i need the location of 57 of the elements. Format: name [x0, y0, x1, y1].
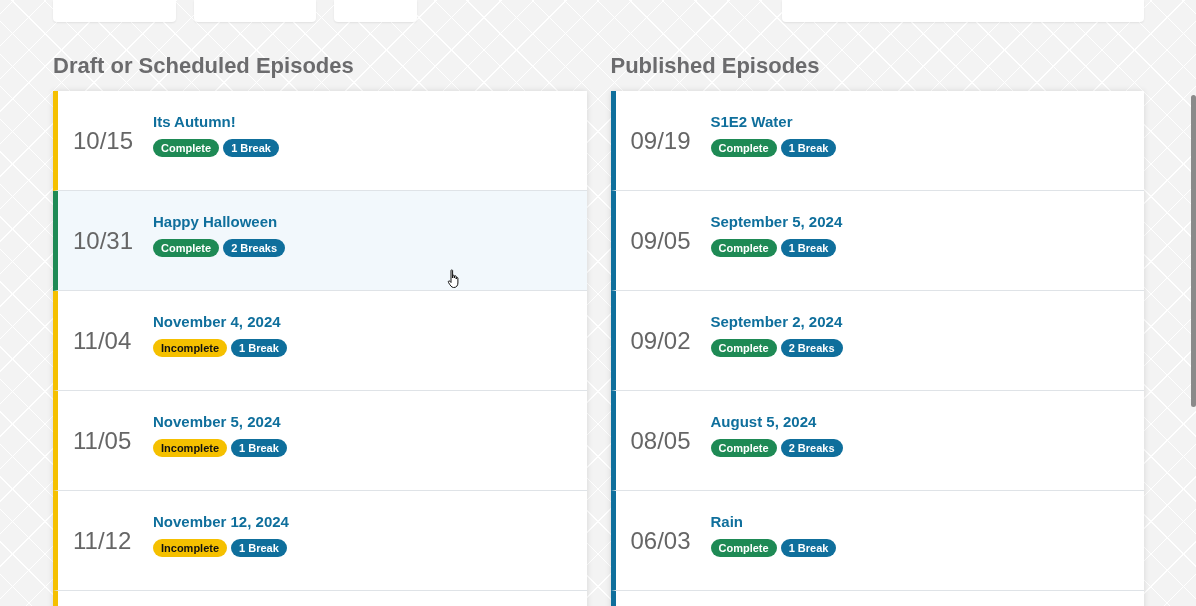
status-badge: 1 Break — [223, 138, 279, 157]
episode-date: 09/19 — [630, 126, 692, 155]
status-badge: Complete — [153, 238, 220, 257]
scrollbar[interactable] — [1191, 95, 1196, 407]
episode-row[interactable]: 06/03 Rain Complete 1 Break — [610, 491, 1144, 591]
episode-row[interactable]: 11/12 November 12, 2024 Incomplete 1 Break — [53, 491, 587, 591]
search-field[interactable] — [782, 0, 1144, 22]
episode-row[interactable]: 11/05 November 5, 2024 Incomplete 1 Break — [53, 391, 587, 491]
status-badge: Incomplete — [153, 438, 228, 457]
status-badge: 1 Break — [231, 338, 287, 357]
episode-title[interactable]: September 2, 2024 — [710, 312, 843, 330]
episode-date: 06/03 — [630, 526, 692, 555]
status-badge: Complete — [710, 438, 777, 457]
filter-card[interactable] — [334, 0, 417, 22]
episode-title[interactable]: September 5, 2024 — [710, 212, 843, 230]
episode-title[interactable]: Rain — [710, 512, 837, 530]
episode-title[interactable]: August 5, 2024 — [710, 412, 843, 430]
episode-date: 11/04 — [73, 326, 133, 355]
section-heading: Published Episodes — [610, 52, 821, 80]
status-badge: 1 Break — [231, 438, 287, 457]
episode-date: 08/05 — [630, 426, 692, 455]
status-badge: 2 Breaks — [223, 238, 285, 257]
episode-date: 11/12 — [73, 526, 133, 555]
episode-row[interactable]: 09/02 September 2, 2024 Complete 2 Breaks — [610, 291, 1144, 391]
status-badge: 1 Break — [780, 238, 837, 257]
status-badge: 2 Breaks — [780, 338, 843, 357]
episode-row[interactable]: 11/04 November 4, 2024 Incomplete 1 Break — [53, 291, 587, 391]
episode-title[interactable]: Happy Halloween — [153, 212, 285, 230]
status-badge: Complete — [710, 338, 777, 357]
status-badge: Incomplete — [153, 338, 228, 357]
episode-title[interactable]: S1E2 Water — [710, 112, 837, 130]
episode-title[interactable]: November 12, 2024 — [153, 512, 289, 530]
status-badge: 2 Breaks — [780, 438, 843, 457]
section-heading: Draft or Scheduled Episodes — [53, 52, 355, 80]
episode-date: 09/02 — [630, 326, 692, 355]
episode-row[interactable]: 09/19 S1E2 Water Complete 1 Break — [610, 91, 1144, 191]
episode-date: 09/05 — [630, 226, 692, 255]
status-badge: 1 Break — [780, 538, 837, 557]
filter-card[interactable] — [194, 0, 316, 22]
episode-title[interactable]: November 4, 2024 — [153, 312, 287, 330]
episode-row[interactable]: 09/05 September 5, 2024 Complete 1 Break — [610, 191, 1144, 291]
episode-date: 10/31 — [73, 226, 135, 255]
episode-date: 10/15 — [73, 126, 135, 155]
status-badge: Complete — [153, 138, 220, 157]
episode-row[interactable]: 10/31 Happy Halloween Complete 2 Breaks — [53, 191, 587, 291]
status-badge: Complete — [710, 138, 777, 157]
episode-row[interactable]: 08/05 August 5, 2024 Complete 2 Breaks — [610, 391, 1144, 491]
episode-title[interactable]: Its Autumn! — [153, 112, 279, 130]
episode-row[interactable]: 10/15 Its Autumn! Complete 1 Break — [53, 91, 587, 191]
status-badge: Complete — [710, 538, 777, 557]
status-badge: Complete — [710, 238, 777, 257]
status-badge: Incomplete — [153, 538, 228, 557]
status-badge: 1 Break — [231, 538, 287, 557]
filter-card[interactable] — [53, 0, 176, 22]
status-badge: 1 Break — [780, 138, 837, 157]
episode-title[interactable]: November 5, 2024 — [153, 412, 287, 430]
episode-date: 11/05 — [73, 426, 133, 455]
